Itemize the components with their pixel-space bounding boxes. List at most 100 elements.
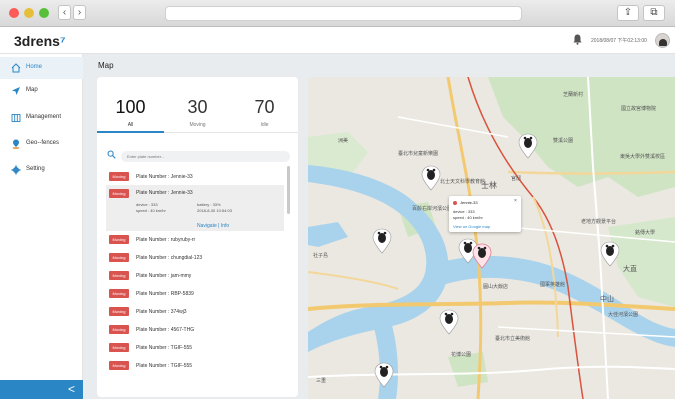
status-badge: Moving bbox=[109, 361, 129, 370]
list-scrollbar[interactable] bbox=[287, 166, 290, 214]
map-label: 國立故宮博物院 bbox=[621, 106, 657, 112]
speed-info: speed : 40 km/hr bbox=[136, 208, 166, 213]
stat-all-label: All bbox=[127, 122, 134, 128]
map-label: 大佳河濱公園 bbox=[608, 312, 639, 318]
sidebar-item-map[interactable]: Map bbox=[0, 80, 83, 102]
stat-idle-count: 70 bbox=[254, 97, 275, 117]
status-badge: Moving bbox=[109, 289, 129, 298]
search-input[interactable] bbox=[121, 151, 290, 162]
vehicle-list: Moving Plate Number : Jennie-33 Moving P… bbox=[106, 171, 284, 397]
avatar[interactable] bbox=[655, 33, 670, 48]
vehicle-panel: 100 All 30 Moving 70 Idle Moving Plate N… bbox=[97, 77, 298, 397]
plate-number: Plate Number : Jennie-33 bbox=[136, 190, 193, 196]
tabs-icon[interactable]: ⧉ bbox=[643, 5, 665, 21]
list-item[interactable]: Moving Plate Number : TGIF-555 bbox=[106, 342, 284, 356]
sidebar-item-geo-fences[interactable]: Geo--fences bbox=[0, 133, 83, 155]
app-header: 3drens⁷ 2018/08/07 下午02:13:00 bbox=[0, 27, 675, 54]
browser-chrome: ‹ › ⇪ ⧉ bbox=[0, 0, 675, 27]
popup-title: Jennie-33 bbox=[460, 200, 478, 205]
list-item[interactable]: Moving Plate Number : 374wj3 bbox=[106, 306, 284, 320]
map-label: 社子島 bbox=[313, 253, 329, 259]
bell-icon[interactable] bbox=[573, 34, 582, 48]
collapse-sidebar-button[interactable]: < bbox=[0, 380, 83, 399]
search-bar bbox=[107, 150, 290, 162]
map-label: 老地方觀景平台 bbox=[581, 219, 617, 225]
vehicle-info-popup: Jennie-33 × device : 333 speed : 40 km/h… bbox=[449, 196, 521, 232]
list-item[interactable]: Moving Plate Number : Jennie-33 bbox=[106, 171, 284, 185]
list-item[interactable]: Moving Plate Number : rubyruby-rr bbox=[106, 234, 284, 248]
share-icon[interactable]: ⇪ bbox=[617, 5, 639, 21]
list-item[interactable]: Moving Plate Number : RBP-5839 bbox=[106, 288, 284, 302]
gear-icon bbox=[11, 165, 21, 175]
device-info: device : 333 bbox=[136, 202, 158, 207]
active-tab-indicator bbox=[97, 131, 164, 133]
vehicle-marker[interactable] bbox=[600, 241, 620, 267]
vehicle-marker[interactable] bbox=[372, 228, 392, 254]
map-label: 銘傳大學 bbox=[635, 230, 656, 236]
popup-speed: speed : 40 km/hr bbox=[453, 215, 483, 220]
status-dot bbox=[453, 201, 457, 205]
navigate-info-link[interactable]: Navigate | Info bbox=[197, 223, 229, 229]
map-label: 洲美 bbox=[338, 138, 349, 144]
google-map-link[interactable]: View on Google map bbox=[453, 224, 490, 229]
stat-moving-count: 30 bbox=[187, 97, 208, 117]
list-item-selected[interactable]: Moving Plate Number : Jennie-33 device :… bbox=[106, 185, 284, 231]
battery-info: battery : 33% bbox=[197, 202, 221, 207]
vehicle-marker[interactable] bbox=[439, 309, 459, 335]
vehicle-marker[interactable] bbox=[374, 362, 394, 388]
status-badge: Moving bbox=[109, 172, 129, 181]
zoom-window-button[interactable] bbox=[39, 8, 49, 18]
stat-moving-label: Moving bbox=[189, 122, 206, 128]
plate-number: Plate Number : 374wj3 bbox=[136, 309, 187, 315]
tab-all[interactable]: 100 All bbox=[97, 97, 164, 128]
tab-moving[interactable]: 30 Moving bbox=[164, 97, 231, 128]
map-label: 雙溪公園 bbox=[553, 138, 574, 144]
status-badge: Moving bbox=[109, 307, 129, 316]
vehicle-marker-selected[interactable] bbox=[472, 243, 492, 269]
forward-button[interactable]: › bbox=[73, 5, 86, 20]
timestamp: 2018-8-30 10:54:03 bbox=[197, 208, 232, 213]
popup-device: device : 333 bbox=[453, 209, 475, 214]
list-item[interactable]: Moving Plate Number : 4567-THG bbox=[106, 324, 284, 338]
stat-all-count: 100 bbox=[115, 97, 146, 117]
minimize-window-button[interactable] bbox=[24, 8, 34, 18]
status-badge: Moving bbox=[109, 325, 129, 334]
list-item[interactable]: Moving Plate Number : chungdial-123 bbox=[106, 252, 284, 266]
search-icon bbox=[107, 150, 116, 161]
status-badge: Moving bbox=[109, 253, 129, 262]
map-label: 北士天文科學教育館 bbox=[440, 179, 486, 185]
map-tiles bbox=[308, 77, 675, 399]
tab-idle[interactable]: 70 Idle bbox=[231, 97, 298, 128]
status-badge: Moving bbox=[109, 189, 129, 198]
address-bar[interactable] bbox=[165, 6, 522, 21]
map-label: 臺北市兒童新樂園 bbox=[398, 151, 439, 157]
map-view[interactable]: 臺北市兒童新樂園 士林 北士天文科學教育館 芝蘭新村 國立故宮博物院 雙溪公園 … bbox=[308, 77, 675, 399]
list-item[interactable]: Moving Plate Number : TGIF-555 bbox=[106, 360, 284, 374]
close-icon[interactable]: × bbox=[514, 198, 517, 204]
sidebar-item-label: Management bbox=[26, 114, 62, 120]
map-label: 百齡右岸河濱公園 bbox=[412, 206, 453, 212]
app-logo[interactable]: 3drens⁷ bbox=[14, 33, 66, 49]
map-label: 芝蘭新村 bbox=[563, 92, 584, 98]
map-label: 臺北市立美術館 bbox=[495, 336, 531, 342]
map-label: 三重 bbox=[316, 378, 327, 384]
map-label: 東吳大學外雙溪校區 bbox=[620, 154, 666, 160]
plate-number: Plate Number : chungdial-123 bbox=[136, 255, 203, 261]
close-window-button[interactable] bbox=[9, 8, 19, 18]
sidebar-item-home[interactable]: Home bbox=[0, 57, 83, 79]
plate-number: Plate Number : jam-mmy bbox=[136, 273, 192, 279]
current-datetime: 2018/08/07 下午02:13:00 bbox=[591, 38, 647, 44]
sidebar-item-setting[interactable]: Setting bbox=[0, 159, 83, 181]
map-label: 花博公園 bbox=[451, 352, 472, 358]
status-badge: Moving bbox=[109, 343, 129, 352]
plate-number: Plate Number : Jennie-33 bbox=[136, 174, 193, 180]
list-item[interactable]: Moving Plate Number : jam-mmy bbox=[106, 270, 284, 284]
back-button[interactable]: ‹ bbox=[58, 5, 71, 20]
vehicle-marker[interactable] bbox=[518, 133, 538, 159]
sidebar-item-management[interactable]: Management bbox=[0, 107, 83, 129]
plate-number: Plate Number : rubyruby-rr bbox=[136, 237, 196, 243]
sidebar-item-label: Setting bbox=[26, 166, 45, 172]
plate-number: Plate Number : RBP-5839 bbox=[136, 291, 194, 297]
map-label: 圓山大飯店 bbox=[483, 284, 509, 290]
vehicle-marker[interactable] bbox=[421, 165, 441, 191]
